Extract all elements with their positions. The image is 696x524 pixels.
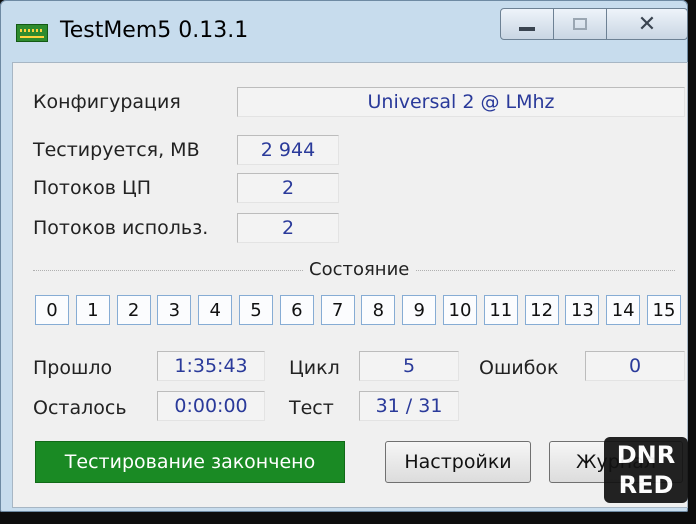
thread-cell-4: 4	[198, 295, 233, 325]
configuration-field: Universal 2 @ LMhz	[237, 87, 685, 117]
thread-cell-8: 8	[361, 295, 396, 325]
state-section-title: Состояние	[303, 259, 416, 280]
used-threads-label: Потоков использ.	[33, 217, 209, 239]
close-button[interactable]: ✕	[606, 8, 688, 40]
thread-cell-15: 15	[647, 295, 681, 325]
thread-cell-7: 7	[320, 295, 355, 325]
cpu-threads-label: Потоков ЦП	[33, 177, 151, 199]
test-label: Тест	[289, 397, 334, 419]
tested-memory-field: 2 944	[237, 135, 339, 165]
watermark-logo: DNR RED	[604, 437, 688, 503]
maximize-icon	[573, 18, 587, 30]
tested-memory-label: Тестируется, MB	[33, 139, 200, 161]
elapsed-field: 1:35:43	[157, 351, 265, 381]
thread-cell-11: 11	[483, 295, 518, 325]
errors-field: 0	[585, 351, 685, 381]
settings-button[interactable]: Настройки	[385, 441, 531, 483]
thread-cell-0: 0	[35, 295, 69, 325]
thread-cell-13: 13	[565, 295, 600, 325]
used-threads-field: 2	[237, 213, 339, 243]
cycle-label: Цикл	[289, 357, 340, 379]
thread-cell-6: 6	[279, 295, 314, 325]
watermark-line-1: DNR	[616, 441, 676, 469]
remaining-label: Осталось	[33, 397, 127, 419]
thread-cell-3: 3	[157, 295, 192, 325]
status-indicator: Тестирование закончено	[35, 441, 345, 483]
elapsed-label: Прошло	[33, 357, 113, 379]
thread-cell-10: 10	[443, 295, 477, 325]
thread-cell-12: 12	[524, 295, 559, 325]
minimize-icon	[519, 27, 535, 31]
maximize-button[interactable]	[553, 8, 607, 40]
watermark-line-2: RED	[618, 471, 674, 499]
app-window: TestMem5 0.13.1 ✕ Конфигурация Universal…	[0, 0, 688, 512]
remaining-field: 0:00:00	[157, 391, 265, 421]
thread-cell-1: 1	[75, 295, 110, 325]
screen-edge	[0, 512, 696, 524]
cpu-threads-field: 2	[237, 173, 339, 203]
thread-cell-2: 2	[116, 295, 151, 325]
window-title: TestMem5 0.13.1	[60, 18, 249, 43]
main-panel: Конфигурация Universal 2 @ LMhz Тестируе…	[12, 62, 688, 508]
close-icon: ✕	[637, 11, 657, 37]
title-bar[interactable]: TestMem5 0.13.1 ✕	[0, 0, 688, 62]
test-field: 31 / 31	[359, 391, 459, 421]
configuration-label: Конфигурация	[33, 91, 181, 113]
thread-cell-14: 14	[606, 295, 641, 325]
minimize-button[interactable]	[500, 8, 554, 40]
ram-chip-icon	[16, 24, 48, 42]
thread-cell-9: 9	[402, 295, 437, 325]
thread-cell-5: 5	[239, 295, 273, 325]
errors-label: Ошибок	[479, 357, 559, 379]
cycle-field: 5	[359, 351, 459, 381]
